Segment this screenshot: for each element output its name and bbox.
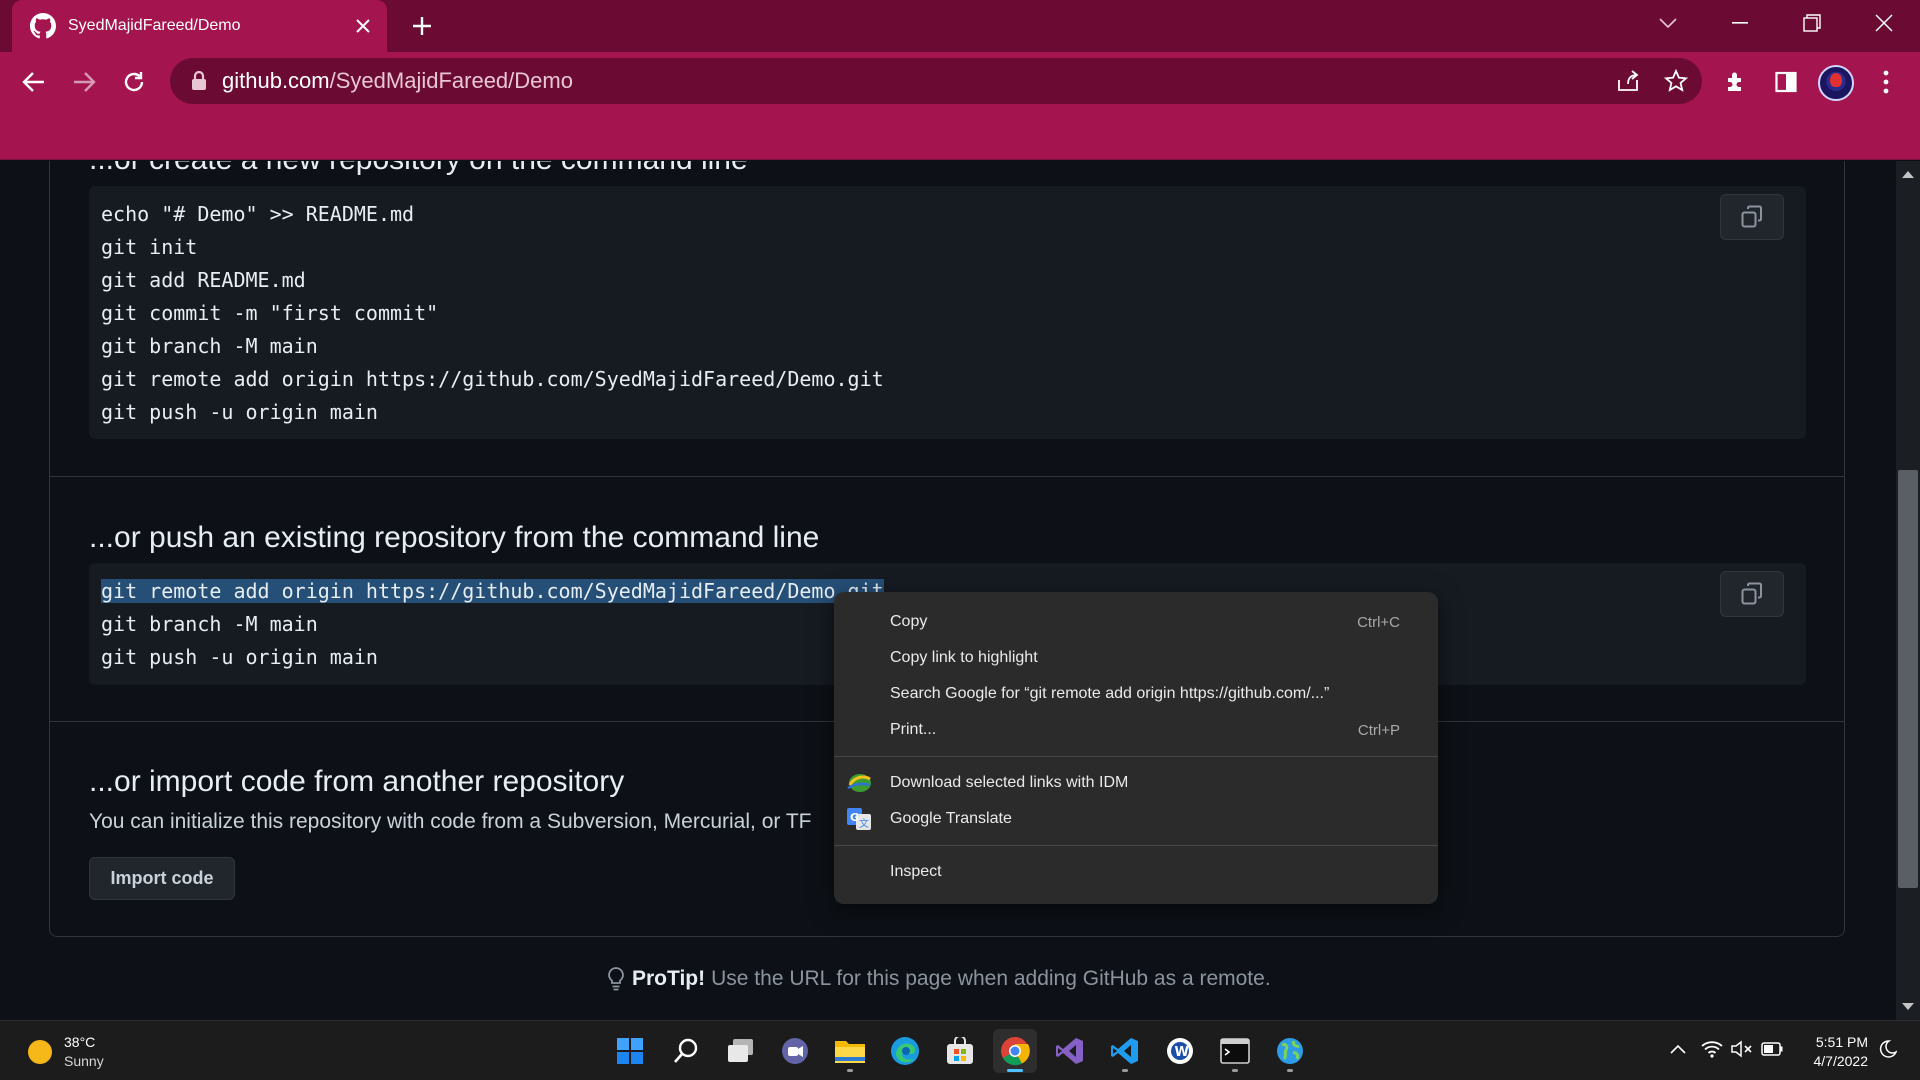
svg-text:文: 文 [859,817,869,830]
window-close-icon[interactable] [1848,0,1920,46]
vscode-icon[interactable] [1103,1029,1147,1073]
shortcut-label: Ctrl+P [1357,721,1400,739]
tab-search-icon[interactable] [1632,0,1704,46]
lock-icon[interactable] [190,71,208,91]
menu-separator [834,845,1438,846]
star-icon[interactable] [1654,59,1698,103]
profile-avatar[interactable] [1818,65,1854,101]
menu-item-copy[interactable]: Copy Ctrl+C [834,604,1438,640]
volume-icon[interactable] [1730,1037,1754,1061]
globe-icon[interactable] [1268,1029,1312,1073]
battery-icon[interactable] [1760,1037,1784,1061]
back-icon[interactable] [14,62,54,102]
restore-icon[interactable] [1776,0,1848,46]
section-title-push: ...or push an existing repository from t… [89,521,820,554]
wifi-icon[interactable] [1700,1037,1724,1061]
running-indicator [1122,1069,1128,1072]
copy-icon [1741,582,1762,605]
sun-icon [28,1040,52,1064]
running-indicator [1287,1069,1293,1072]
copy-button-push[interactable] [1720,571,1784,617]
shortcut-label: Ctrl+C [1357,613,1400,631]
plus-icon[interactable] [404,8,440,44]
chrome-icon[interactable] [993,1029,1037,1073]
section-title-import: ...or import code from another repositor… [89,765,625,798]
edge-icon[interactable] [883,1029,927,1073]
weather-desc: Sunny [64,1053,104,1069]
teams-icon[interactable] [773,1029,817,1073]
start-icon[interactable] [608,1029,652,1073]
weather-temp: 38°C [64,1034,96,1050]
word-icon[interactable]: W [1158,1029,1202,1073]
close-icon[interactable] [347,10,379,42]
protip-label: ProTip! [632,967,706,990]
browser-toolbar: github.com/SyedMajidFareed/Demo [0,52,1920,160]
clock-date: 4/7/2022 [1813,1053,1869,1069]
scroll-up-arrow-icon[interactable] [1902,171,1914,178]
code-block-create: echo "# Demo" >> README.md git init git … [89,186,1806,439]
running-indicator [1232,1069,1238,1072]
forward-icon[interactable] [64,62,104,102]
menu-item-idm[interactable]: Download selected links with IDM [834,765,1438,801]
scrollbar-thumb[interactable] [1898,470,1918,888]
minimize-icon[interactable] [1704,0,1776,46]
menu-item-print[interactable]: Print... Ctrl+P [834,712,1438,748]
reload-icon[interactable] [114,62,154,102]
menu-icon[interactable] [1866,62,1906,102]
google-translate-icon: G文 [847,808,871,830]
context-menu: Copy Ctrl+C Copy link to highlight Searc… [834,592,1438,904]
side-panel-icon[interactable] [1766,62,1806,102]
svg-text:G: G [850,811,859,824]
share-icon[interactable] [1606,59,1650,103]
search-icon[interactable] [664,1029,708,1073]
divider [50,476,1844,477]
url-text[interactable]: github.com/SyedMajidFareed/Demo [222,68,1606,94]
system-clock[interactable]: 5:51 PM 4/7/2022 [1800,1033,1869,1071]
weather-widget[interactable]: 38°C Sunny [28,1033,104,1071]
visual-studio-icon[interactable] [1048,1029,1092,1073]
copy-icon [1741,205,1762,228]
protip: ProTip! Use the URL for this page when a… [608,967,1271,991]
import-code-button[interactable]: Import code [89,857,235,900]
menu-item-google-translate[interactable]: G文 Google Translate [834,801,1438,837]
code-text-create[interactable]: echo "# Demo" >> README.md git init git … [89,186,1806,429]
menu-separator [834,756,1438,757]
running-indicator [1007,1069,1023,1072]
svg-text:W: W [1175,1045,1189,1060]
file-explorer-icon[interactable] [828,1029,872,1073]
store-icon[interactable] [938,1029,982,1073]
lightbulb-icon [608,967,624,991]
copy-button-create[interactable] [1720,194,1784,240]
running-indicator [847,1069,853,1072]
browser-tab[interactable]: SyedMajidFareed/Demo [12,0,387,52]
menu-item-inspect[interactable]: Inspect [834,854,1438,890]
chevron-up-icon[interactable] [1666,1037,1690,1061]
import-description: You can initialize this repository with … [89,810,812,833]
address-bar[interactable]: github.com/SyedMajidFareed/Demo [170,58,1702,104]
menu-item-copy-link-to-highlight[interactable]: Copy link to highlight [834,640,1438,676]
github-icon [30,13,56,39]
section-title-create: ...or create a new repository on the com… [89,161,748,177]
menu-item-search-google[interactable]: Search Google for “git remote add origin… [834,676,1438,712]
task-view-icon[interactable] [719,1029,763,1073]
terminal-icon[interactable] [1213,1029,1257,1073]
extensions-icon[interactable] [1716,62,1756,102]
protip-text: Use the URL for this page when adding Gi… [711,967,1271,990]
scroll-down-arrow-icon[interactable] [1902,1003,1914,1010]
clock-time: 5:51 PM [1815,1034,1868,1050]
taskbar: 38°C Sunny W 5:51 PM 4/7/2022 [0,1020,1920,1080]
tab-strip: SyedMajidFareed/Demo [0,0,1920,52]
focus-assist-icon[interactable] [1876,1037,1900,1061]
tab-title: SyedMajidFareed/Demo [68,17,241,34]
idm-icon [847,774,871,792]
